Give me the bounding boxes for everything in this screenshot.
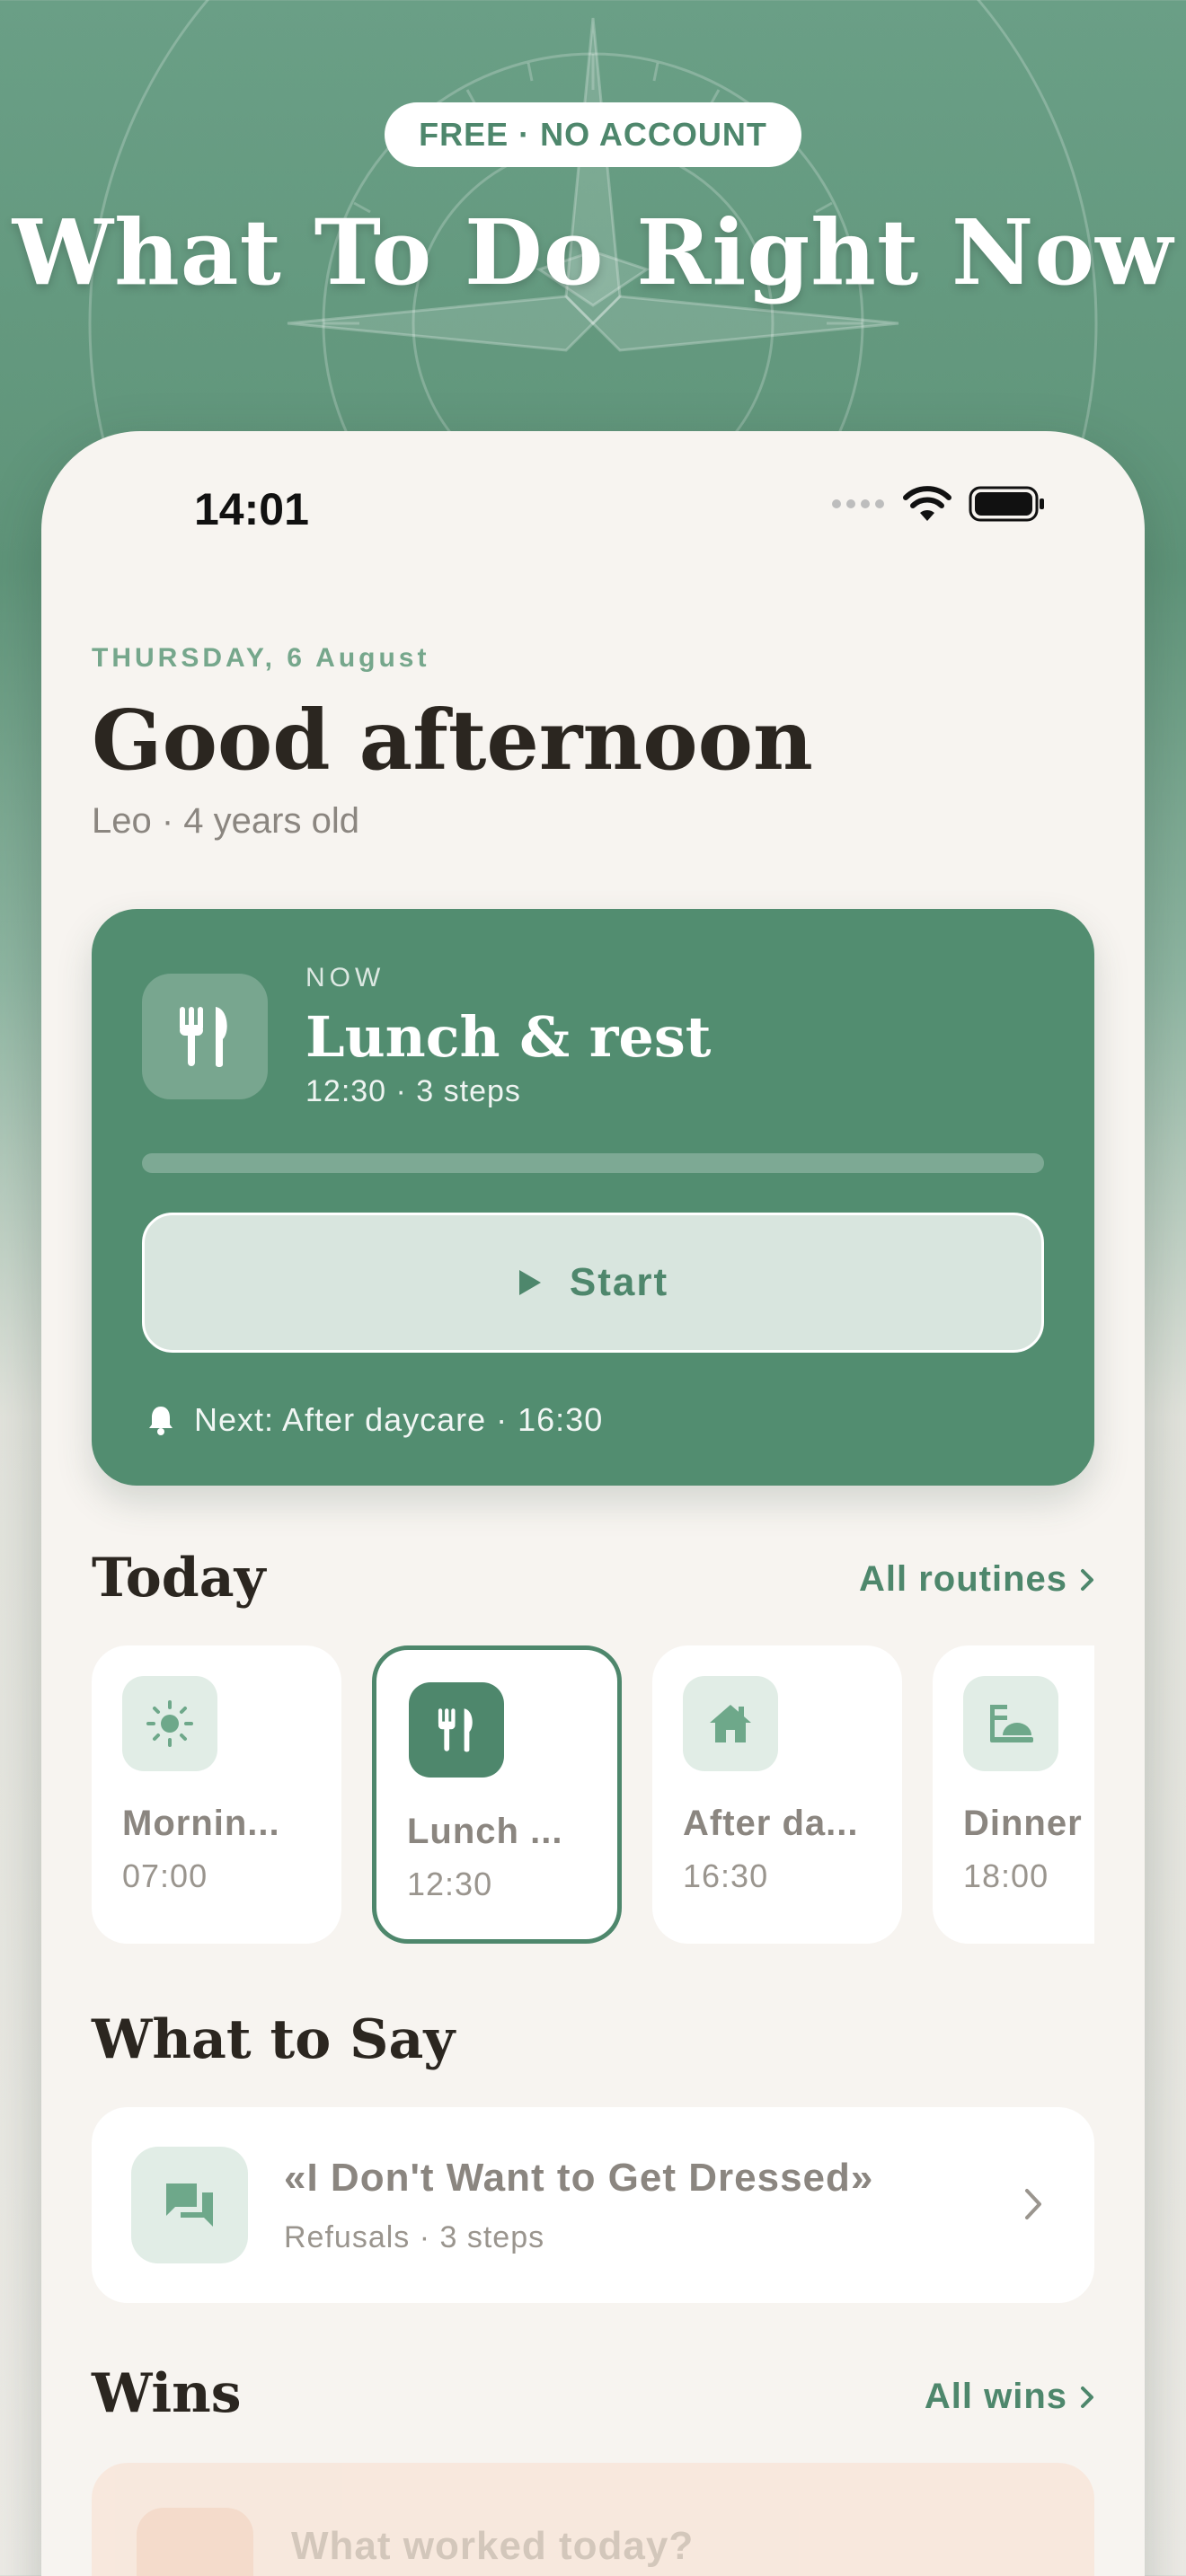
sun-icon bbox=[122, 1676, 217, 1771]
what-to-say-card-subtitle: Refusals · 3 steps bbox=[284, 2220, 545, 2254]
status-time: 14:01 bbox=[194, 484, 309, 534]
routine-progress-bar bbox=[142, 1153, 1044, 1173]
child-info: Leo · 4 years old bbox=[92, 801, 359, 841]
all-routines-link[interactable]: All routines bbox=[859, 1559, 1094, 1600]
start-button-label: Start bbox=[569, 1260, 669, 1304]
all-wins-link[interactable]: All wins bbox=[925, 2377, 1094, 2417]
today-section-title: Today bbox=[92, 1547, 266, 1610]
signal-dots-icon bbox=[832, 499, 884, 508]
hero-title: What To Do Right Now bbox=[12, 199, 1174, 305]
chevron-right-icon bbox=[1081, 2386, 1093, 2408]
chevron-right-icon bbox=[1081, 1568, 1093, 1591]
chevron-right-icon bbox=[1025, 2189, 1041, 2219]
wins-section-title: Wins bbox=[92, 2362, 242, 2425]
home-icon bbox=[683, 1676, 778, 1771]
routine-card-morning[interactable]: Mornin... 07:00 bbox=[92, 1645, 341, 1944]
routine-name: Lunch ... bbox=[407, 1812, 563, 1851]
play-icon bbox=[518, 1270, 541, 1295]
greeting-title: Good afternoon bbox=[92, 692, 813, 789]
dinner-icon bbox=[963, 1676, 1058, 1771]
fork-knife-icon bbox=[409, 1682, 504, 1778]
next-routine-info: Next: After daycare · 16:30 bbox=[147, 1401, 603, 1439]
phone-screen: 14:01 THURSDAY, 6 August Good afternoon … bbox=[41, 431, 1145, 2576]
now-label: NOW bbox=[305, 963, 385, 992]
routine-name: After da... bbox=[683, 1804, 859, 1843]
routine-time: 16:30 bbox=[683, 1857, 769, 1894]
routine-card-dinner[interactable]: Dinner 18:00 bbox=[933, 1645, 1094, 1944]
fork-knife-icon bbox=[142, 974, 268, 1099]
routine-time: 18:00 bbox=[963, 1857, 1049, 1894]
routine-name: Mornin... bbox=[122, 1804, 280, 1843]
routine-card-lunch[interactable]: Lunch ... 12:30 bbox=[372, 1645, 622, 1944]
routine-card-after-daycare[interactable]: After da... 16:30 bbox=[652, 1645, 902, 1944]
chat-icon bbox=[131, 2147, 248, 2263]
battery-icon bbox=[969, 486, 1044, 522]
bell-icon bbox=[149, 1407, 173, 1435]
what-to-say-card-title: «I Don't Want to Get Dressed» bbox=[284, 2156, 874, 2200]
now-routine-title: Lunch & rest bbox=[305, 1004, 712, 1070]
routine-time: 12:30 bbox=[407, 1866, 493, 1902]
what-worked-card[interactable]: What worked today? bbox=[92, 2463, 1094, 2576]
trophy-icon bbox=[137, 2508, 253, 2576]
all-wins-label: All wins bbox=[924, 2377, 1067, 2416]
date-label: THURSDAY, 6 August bbox=[92, 643, 430, 673]
current-routine-card[interactable]: NOW Lunch & rest 12:30 · 3 steps Start N… bbox=[92, 909, 1094, 1486]
routine-name: Dinner bbox=[963, 1804, 1083, 1843]
status-icons bbox=[830, 485, 1046, 523]
all-routines-label: All routines bbox=[858, 1559, 1067, 1599]
today-routines-list: Mornin... 07:00 Lunch ... 12:30 After da… bbox=[92, 1645, 1094, 1951]
free-no-account-badge: FREE · NO ACCOUNT bbox=[385, 102, 801, 167]
what-worked-prompt: What worked today? bbox=[291, 2524, 695, 2568]
next-routine-text: Next: After daycare · 16:30 bbox=[194, 1401, 604, 1438]
now-routine-subtitle: 12:30 · 3 steps bbox=[305, 1074, 521, 1108]
wifi-icon bbox=[903, 486, 951, 521]
what-to-say-section-title: What to Say bbox=[92, 2008, 456, 2071]
what-to-say-card[interactable]: «I Don't Want to Get Dressed» Refusals ·… bbox=[92, 2107, 1094, 2303]
start-button[interactable]: Start bbox=[142, 1213, 1044, 1353]
routine-time: 07:00 bbox=[122, 1857, 208, 1894]
